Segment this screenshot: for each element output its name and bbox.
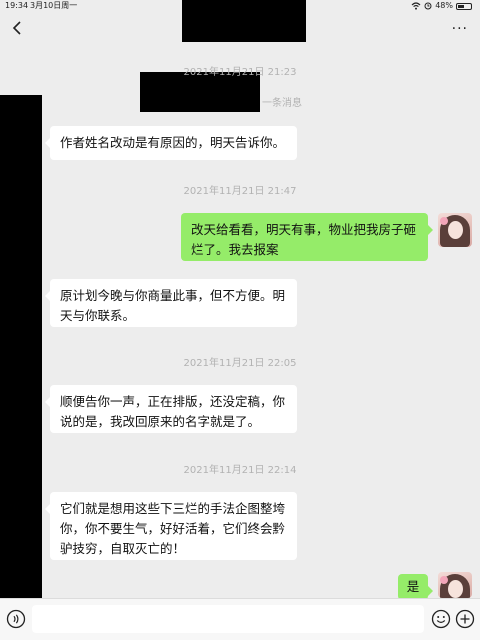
emoji-icon[interactable] (431, 609, 451, 629)
avatar[interactable] (438, 572, 472, 598)
alarm-icon (424, 2, 432, 10)
message-text: 是 (406, 579, 420, 594)
chevron-left-icon[interactable] (10, 18, 26, 38)
battery-fill (458, 4, 464, 8)
status-time: 19:34 (5, 1, 29, 10)
message-text-line: 原计划今晚与你商量此事，但不方便。明 (60, 288, 286, 303)
battery-percent: 48% (435, 1, 453, 10)
message-bubble-incoming[interactable]: 原计划今晚与你商量此事，但不方便。明 天与你联系。 (45, 279, 297, 327)
battery-icon (456, 2, 472, 10)
message-text-line: 驴技穷，自取灭亡的！ (60, 541, 186, 556)
message-text-line: 说的是，我改回原来的名字就是了。 (60, 414, 261, 429)
message-bubble-incoming[interactable]: 作者姓名改动是有原因的，明天告诉你。 (45, 126, 297, 160)
plus-icon[interactable] (455, 609, 475, 629)
redaction-sidebar (0, 95, 42, 588)
message-timestamp: 2021年11月21日 21:47 (183, 186, 297, 197)
message-text-line: 你，你不要生气，好好活着，它们终会黔 (60, 521, 286, 536)
avatar[interactable] (438, 213, 472, 247)
message-text-line: 改天给看看，明天有事，物业把我房子砸 (191, 222, 417, 237)
message-bubble-outgoing[interactable]: 是 (398, 574, 433, 600)
avatar-face (448, 580, 463, 598)
redaction-bottom-left (0, 588, 42, 598)
message-notice: 一条消息 (262, 98, 302, 109)
voice-icon[interactable] (6, 609, 26, 629)
message-text-line: 顺便告你一声，正在排版，还没定稿，你 (60, 394, 286, 409)
wifi-icon (411, 2, 421, 10)
message-text-line: 它们就是想用这些下三烂的手法企图整垮 (60, 501, 286, 516)
message-bubble-incoming[interactable]: 它们就是想用这些下三烂的手法企图整垮 你，你不要生气，好好活着，它们终会黔 驴技… (45, 492, 297, 560)
message-text-line: 烂了。我去报案 (191, 242, 279, 257)
message-bubble-incoming[interactable]: 顺便告你一声，正在排版，还没定稿，你 说的是，我改回原来的名字就是了。 (45, 385, 297, 433)
avatar-flower-icon (440, 217, 448, 225)
status-right: 48% (411, 0, 472, 12)
input-bar (0, 598, 480, 640)
message-timestamp: 2021年11月21日 22:05 (183, 358, 297, 369)
avatar-flower-icon (440, 576, 448, 584)
message-text-line: 天与你联系。 (60, 308, 136, 323)
message-input[interactable] (32, 605, 424, 633)
redaction-notice (140, 72, 260, 112)
status-date: 3月10日周一 (30, 1, 78, 10)
message-timestamp: 2021年11月21日 22:14 (183, 465, 297, 476)
more-icon[interactable]: ··· (452, 22, 468, 36)
avatar-face (448, 221, 463, 239)
message-text: 作者姓名改动是有原因的，明天告诉你。 (60, 135, 286, 150)
message-timestamp: 2021年11月21日 21:23 (183, 67, 297, 78)
redaction-title (182, 0, 306, 42)
message-bubble-outgoing[interactable]: 改天给看看，明天有事，物业把我房子砸 烂了。我去报案 (181, 213, 433, 261)
